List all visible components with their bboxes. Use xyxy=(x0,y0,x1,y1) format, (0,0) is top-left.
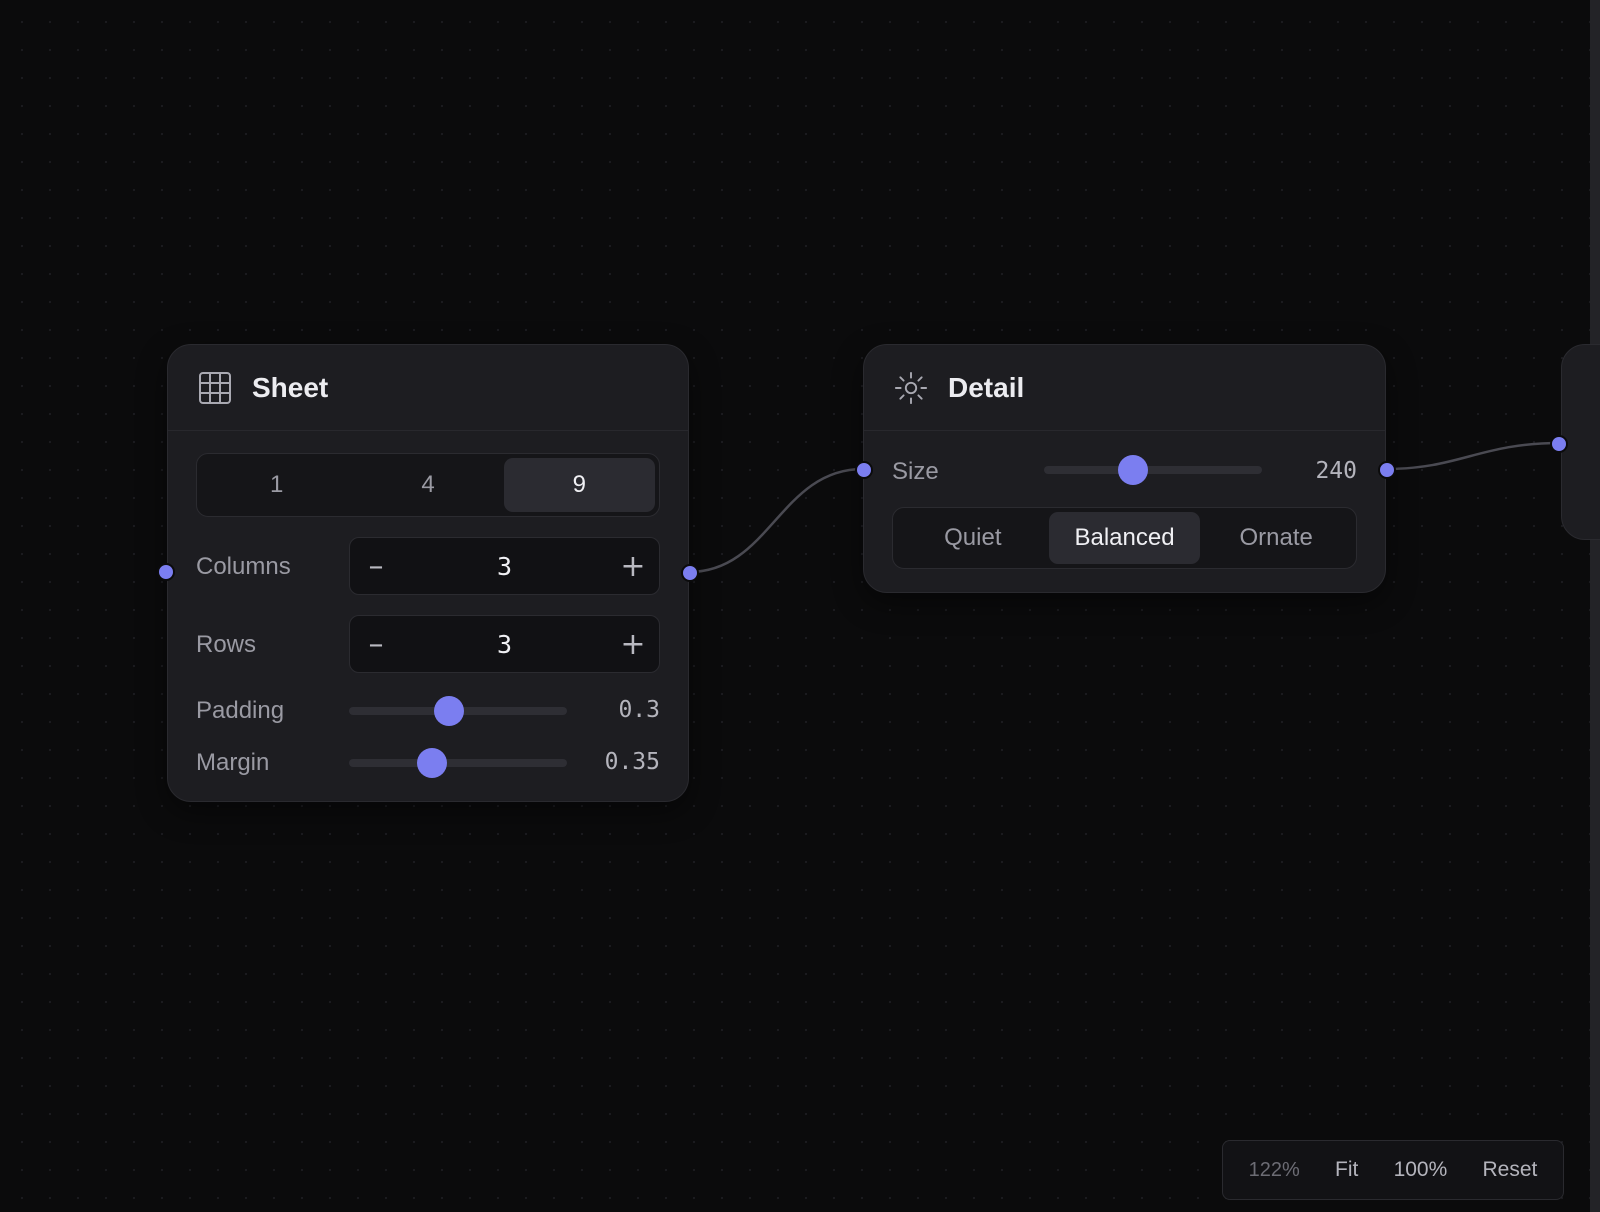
padding-slider[interactable] xyxy=(349,696,567,726)
sheet-count-option-9[interactable]: 9 xyxy=(503,458,655,512)
columns-increment-button[interactable]: + xyxy=(607,538,659,594)
rows-decrement-button[interactable]: – xyxy=(350,616,402,672)
margin-slider-thumb[interactable] xyxy=(416,748,447,778)
sheet-input-port[interactable] xyxy=(157,563,175,581)
detail-node-header[interactable]: Detail xyxy=(864,345,1385,431)
margin-label: Margin xyxy=(196,749,270,776)
zoom-reset-button[interactable]: Reset xyxy=(1479,1152,1542,1188)
size-slider-thumb[interactable] xyxy=(1118,455,1149,485)
columns-value[interactable]: 3 xyxy=(402,538,607,594)
style-option-ornate[interactable]: Ornate xyxy=(1200,512,1352,564)
detail-node-title: Detail xyxy=(948,371,1025,403)
next-node-input-port[interactable] xyxy=(1550,435,1568,453)
grid-icon xyxy=(198,371,232,405)
sheet-count-segmented[interactable]: 1 4 9 xyxy=(196,453,660,517)
detail-input-port[interactable] xyxy=(855,461,873,479)
rows-label: Rows xyxy=(196,631,257,658)
size-label: Size xyxy=(892,458,939,485)
columns-stepper[interactable]: – 3 + xyxy=(349,537,660,595)
columns-label: Columns xyxy=(196,553,291,580)
zoom-controls: 122% Fit 100% Reset xyxy=(1222,1140,1564,1200)
zoom-fit-button[interactable]: Fit xyxy=(1331,1152,1362,1188)
style-option-quiet[interactable]: Quiet xyxy=(897,512,1049,564)
sheet-count-option-4[interactable]: 4 xyxy=(352,458,503,512)
sun-icon xyxy=(894,371,928,405)
detail-node[interactable]: Detail Size 240 Quiet Balanced Ornate xyxy=(863,344,1386,593)
zoom-level-readout: 122% xyxy=(1248,1158,1300,1181)
rows-value[interactable]: 3 xyxy=(402,616,607,672)
canvas-right-border xyxy=(1590,0,1600,1212)
detail-output-port[interactable] xyxy=(1378,461,1396,479)
sheet-output-port[interactable] xyxy=(681,564,699,582)
size-value: 240 xyxy=(1315,458,1357,484)
padding-label: Padding xyxy=(196,697,285,724)
detail-style-segmented[interactable]: Quiet Balanced Ornate xyxy=(892,507,1357,569)
sheet-count-option-1[interactable]: 1 xyxy=(201,458,352,512)
rows-stepper[interactable]: – 3 + xyxy=(349,615,660,673)
size-slider-track[interactable] xyxy=(1044,466,1262,474)
zoom-100-button[interactable]: 100% xyxy=(1390,1152,1452,1188)
columns-decrement-button[interactable]: – xyxy=(350,538,402,594)
rows-increment-button[interactable]: + xyxy=(607,616,659,672)
padding-slider-thumb[interactable] xyxy=(434,696,465,726)
style-option-balanced[interactable]: Balanced xyxy=(1048,512,1201,564)
margin-slider[interactable] xyxy=(349,748,567,778)
sheet-node-title: Sheet xyxy=(252,371,329,403)
sheet-node-header[interactable]: Sheet xyxy=(168,345,688,431)
margin-slider-track[interactable] xyxy=(349,759,567,767)
size-slider[interactable] xyxy=(1044,455,1262,485)
padding-value: 0.3 xyxy=(618,697,660,723)
sheet-node[interactable]: Sheet 1 4 9 Columns – 3 + Rows – 3 + Pad… xyxy=(167,344,689,802)
margin-value: 0.35 xyxy=(604,749,660,775)
